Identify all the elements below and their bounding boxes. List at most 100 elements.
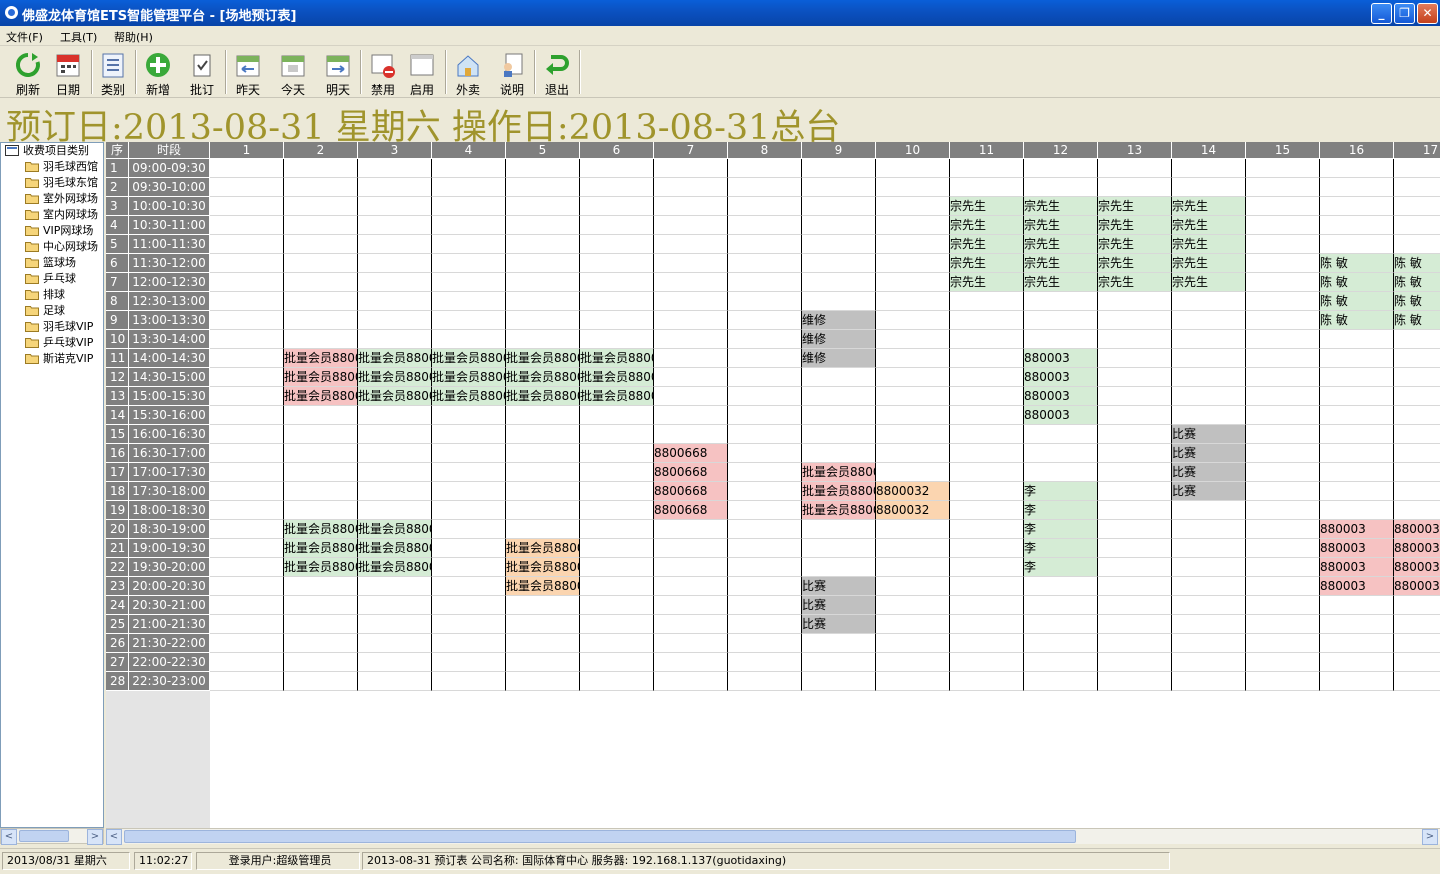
empty-slot-cell[interactable]: [728, 501, 802, 520]
empty-slot-cell[interactable]: [506, 672, 580, 691]
empty-slot-cell[interactable]: [580, 159, 654, 178]
booking-cell[interactable]: 批量会员8800: [506, 387, 580, 406]
empty-slot-cell[interactable]: [1320, 349, 1394, 368]
empty-slot-cell[interactable]: [1246, 672, 1320, 691]
booking-cell[interactable]: 宗先生: [1024, 197, 1098, 216]
booking-cell[interactable]: 批量会员8800: [358, 387, 432, 406]
help-button[interactable]: 说明: [490, 48, 534, 97]
empty-slot-cell[interactable]: [432, 159, 506, 178]
empty-slot-cell[interactable]: [1246, 273, 1320, 292]
empty-slot-cell[interactable]: [802, 292, 876, 311]
booking-cell[interactable]: 宗先生: [950, 197, 1024, 216]
empty-slot-cell[interactable]: [284, 482, 358, 501]
empty-slot-cell[interactable]: [654, 653, 728, 672]
empty-slot-cell[interactable]: [210, 178, 284, 197]
empty-slot-cell[interactable]: [654, 254, 728, 273]
booking-cell[interactable]: 比赛: [1172, 482, 1246, 501]
empty-slot-cell[interactable]: [654, 596, 728, 615]
empty-slot-cell[interactable]: [728, 520, 802, 539]
empty-slot-cell[interactable]: [210, 273, 284, 292]
booking-cell[interactable]: 批量会员8800: [358, 368, 432, 387]
empty-slot-cell[interactable]: [1246, 406, 1320, 425]
empty-slot-cell[interactable]: [950, 406, 1024, 425]
empty-slot-cell[interactable]: [358, 292, 432, 311]
empty-slot-cell[interactable]: [358, 254, 432, 273]
empty-slot-cell[interactable]: [1098, 653, 1172, 672]
booking-cell[interactable]: 880003: [1320, 520, 1394, 539]
empty-slot-cell[interactable]: [358, 463, 432, 482]
empty-slot-cell[interactable]: [432, 596, 506, 615]
empty-slot-cell[interactable]: [802, 425, 876, 444]
booking-cell[interactable]: 880003: [1394, 577, 1440, 596]
booking-cell[interactable]: 宗先生: [1172, 197, 1246, 216]
empty-slot-cell[interactable]: [876, 425, 950, 444]
empty-slot-cell[interactable]: [1394, 235, 1440, 254]
empty-slot-cell[interactable]: [654, 539, 728, 558]
empty-slot-cell[interactable]: [802, 216, 876, 235]
empty-slot-cell[interactable]: [1024, 672, 1098, 691]
empty-slot-cell[interactable]: [728, 672, 802, 691]
booking-cell[interactable]: 宗先生: [1024, 216, 1098, 235]
empty-slot-cell[interactable]: [950, 444, 1024, 463]
booking-cell[interactable]: 批量会员8800: [358, 539, 432, 558]
empty-slot-cell[interactable]: [876, 672, 950, 691]
empty-slot-cell[interactable]: [1246, 292, 1320, 311]
empty-slot-cell[interactable]: [1246, 330, 1320, 349]
empty-slot-cell[interactable]: [358, 216, 432, 235]
empty-slot-cell[interactable]: [1320, 368, 1394, 387]
empty-slot-cell[interactable]: [1246, 520, 1320, 539]
empty-slot-cell[interactable]: [1024, 444, 1098, 463]
empty-slot-cell[interactable]: [1320, 178, 1394, 197]
empty-slot-cell[interactable]: [1024, 311, 1098, 330]
empty-slot-cell[interactable]: [728, 577, 802, 596]
empty-slot-cell[interactable]: [1320, 634, 1394, 653]
booking-cell[interactable]: 880003: [1394, 558, 1440, 577]
empty-slot-cell[interactable]: [358, 406, 432, 425]
booking-cell[interactable]: 880003: [1320, 558, 1394, 577]
empty-slot-cell[interactable]: [506, 159, 580, 178]
empty-slot-cell[interactable]: [802, 235, 876, 254]
empty-slot-cell[interactable]: [1172, 615, 1246, 634]
empty-slot-cell[interactable]: [1320, 501, 1394, 520]
empty-slot-cell[interactable]: [876, 235, 950, 254]
empty-slot-cell[interactable]: [950, 425, 1024, 444]
empty-slot-cell[interactable]: [1394, 425, 1440, 444]
empty-slot-cell[interactable]: [210, 216, 284, 235]
empty-slot-cell[interactable]: [1098, 444, 1172, 463]
empty-slot-cell[interactable]: [1246, 634, 1320, 653]
empty-slot-cell[interactable]: [1246, 311, 1320, 330]
empty-slot-cell[interactable]: [1172, 349, 1246, 368]
empty-slot-cell[interactable]: [580, 596, 654, 615]
empty-slot-cell[interactable]: [654, 406, 728, 425]
empty-slot-cell[interactable]: [580, 235, 654, 254]
empty-slot-cell[interactable]: [654, 292, 728, 311]
empty-slot-cell[interactable]: [580, 501, 654, 520]
empty-slot-cell[interactable]: [876, 520, 950, 539]
empty-slot-cell[interactable]: [728, 254, 802, 273]
empty-slot-cell[interactable]: [1098, 615, 1172, 634]
empty-slot-cell[interactable]: [1172, 311, 1246, 330]
empty-slot-cell[interactable]: [580, 197, 654, 216]
empty-slot-cell[interactable]: [876, 577, 950, 596]
empty-slot-cell[interactable]: [728, 216, 802, 235]
booking-cell[interactable]: 批量会员8800: [284, 539, 358, 558]
grid-scroll-left-icon[interactable]: <: [106, 829, 122, 845]
empty-slot-cell[interactable]: [728, 387, 802, 406]
empty-slot-cell[interactable]: [580, 615, 654, 634]
booking-cell[interactable]: 比赛: [802, 615, 876, 634]
empty-slot-cell[interactable]: [654, 235, 728, 254]
empty-slot-cell[interactable]: [950, 330, 1024, 349]
booking-cell[interactable]: 批量会员8800: [284, 520, 358, 539]
booking-cell[interactable]: 宗先生: [1172, 254, 1246, 273]
empty-slot-cell[interactable]: [1246, 235, 1320, 254]
empty-slot-cell[interactable]: [950, 501, 1024, 520]
empty-slot-cell[interactable]: [210, 349, 284, 368]
empty-slot-cell[interactable]: [358, 577, 432, 596]
empty-slot-cell[interactable]: [432, 406, 506, 425]
empty-slot-cell[interactable]: [728, 596, 802, 615]
empty-slot-cell[interactable]: [876, 311, 950, 330]
empty-slot-cell[interactable]: [284, 501, 358, 520]
exit-button[interactable]: 退出: [535, 48, 579, 97]
empty-slot-cell[interactable]: [1024, 292, 1098, 311]
empty-slot-cell[interactable]: [358, 178, 432, 197]
